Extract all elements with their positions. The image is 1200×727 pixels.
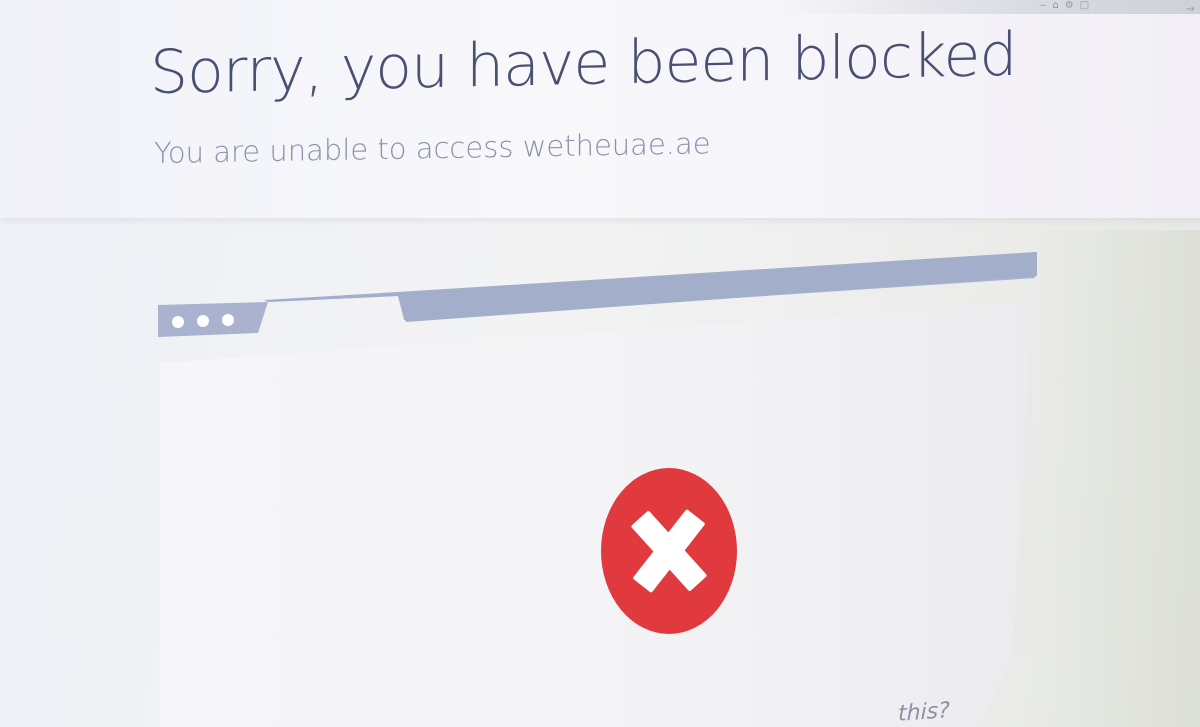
error-x-icon [601, 468, 737, 634]
browser-illustration [158, 252, 1037, 727]
window-dot-2 [197, 315, 209, 327]
help-link-text[interactable]: this? [898, 698, 950, 727]
window-dot-3 [222, 314, 234, 326]
window-dot-1 [172, 316, 184, 328]
window-body [160, 302, 1033, 727]
